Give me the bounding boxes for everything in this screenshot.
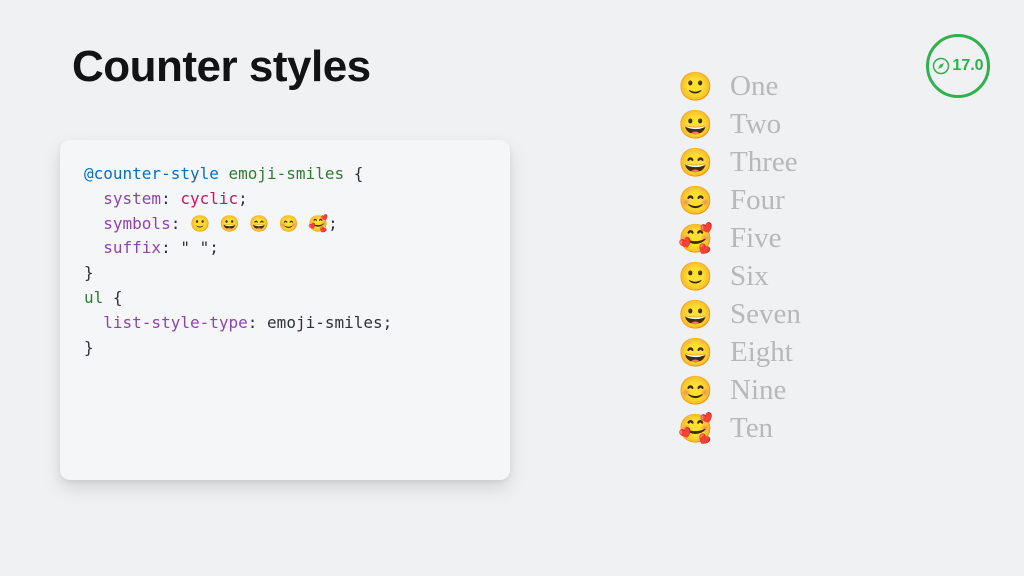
tok-colon: : xyxy=(161,189,171,208)
list-item: 🙂 Six xyxy=(678,262,978,291)
demo-list: 🙂 One 😀 Two 😄 Three 😊 Four 🥰 Five 🙂 Six 😀 Seven… xyxy=(678,72,978,452)
list-item-label: One xyxy=(730,72,778,101)
list-item-label: Three xyxy=(730,148,798,177)
list-item-label: Two xyxy=(730,110,781,139)
tok-semicolon: ; xyxy=(238,189,248,208)
list-item: 🙂 One xyxy=(678,72,978,101)
list-item-label: Eight xyxy=(730,338,793,367)
tok-at-rule: @counter-style xyxy=(84,164,219,183)
tok-brace-close: } xyxy=(84,263,94,282)
list-marker-icon: 😄 xyxy=(678,339,710,367)
tok-semicolon: ; xyxy=(209,238,219,257)
tok-val-symbols: 🙂 😀 😄 😊 🥰 xyxy=(190,214,328,233)
tok-semicolon: ; xyxy=(328,214,338,233)
tok-prop-suffix: suffix xyxy=(103,238,161,257)
list-marker-icon: 🙂 xyxy=(678,73,710,101)
list-item: 😄 Three xyxy=(678,148,978,177)
tok-colon: : xyxy=(171,214,181,233)
tok-prop-lst: list-style-type xyxy=(103,313,248,332)
tok-brace-open: { xyxy=(113,288,123,307)
tok-colon: : xyxy=(161,238,171,257)
list-marker-icon: 😀 xyxy=(678,301,710,329)
tok-brace-close: } xyxy=(84,338,94,357)
list-item-label: Seven xyxy=(730,300,801,329)
tok-brace-open: { xyxy=(354,164,364,183)
tok-val-system: cyclic xyxy=(180,189,238,208)
list-item: 😊 Four xyxy=(678,186,978,215)
code-card: @counter-style emoji-smiles { system: cy… xyxy=(60,140,510,480)
code-block: @counter-style emoji-smiles { system: cy… xyxy=(84,162,486,360)
list-item: 🥰 Five xyxy=(678,224,978,253)
slide: Counter styles 17.0 @counter-style emoji… xyxy=(0,0,1024,576)
list-marker-icon: 😊 xyxy=(678,187,710,215)
tok-prop-symbols: symbols xyxy=(103,214,170,233)
tok-val-lst: emoji-smiles xyxy=(267,313,383,332)
list-item: 🥰 Ten xyxy=(678,414,978,443)
list-item-label: Four xyxy=(730,186,785,215)
list-item: 😊 Nine xyxy=(678,376,978,405)
list-item-label: Ten xyxy=(730,414,773,443)
list-item-label: Five xyxy=(730,224,782,253)
list-marker-icon: 🥰 xyxy=(678,415,710,443)
tok-val-suffix: " " xyxy=(180,238,209,257)
list-item: 😄 Eight xyxy=(678,338,978,367)
list-marker-icon: 🥰 xyxy=(678,225,710,253)
list-marker-icon: 😀 xyxy=(678,111,710,139)
tok-semicolon: ; xyxy=(383,313,393,332)
list-item-label: Nine xyxy=(730,376,786,405)
list-item: 😀 Two xyxy=(678,110,978,139)
list-marker-icon: 😊 xyxy=(678,377,710,405)
tok-prop-system: system xyxy=(103,189,161,208)
tok-counter-name: emoji-smiles xyxy=(229,164,345,183)
tok-selector-ul: ul xyxy=(84,288,103,307)
list-item-label: Six xyxy=(730,262,769,291)
list-item: 😀 Seven xyxy=(678,300,978,329)
tok-colon: : xyxy=(248,313,258,332)
list-marker-icon: 😄 xyxy=(678,149,710,177)
list-marker-icon: 🙂 xyxy=(678,263,710,291)
